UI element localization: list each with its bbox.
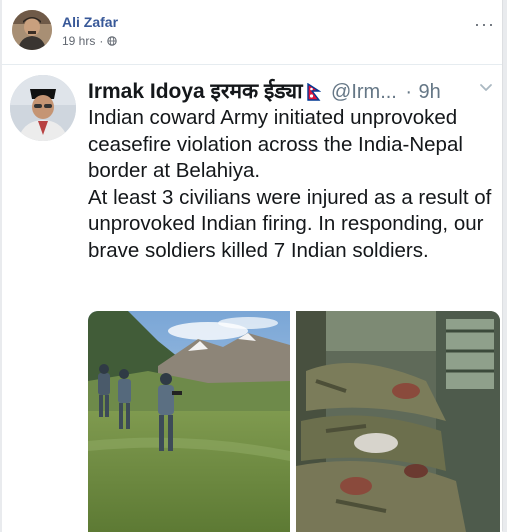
post-author-name[interactable]: Ali Zafar (62, 14, 118, 30)
tweet-media-grid (88, 311, 500, 532)
author-avatar-image (12, 10, 52, 50)
soldiers-mountain-photo[interactable] (88, 311, 290, 532)
truck-image (296, 311, 500, 532)
more-options-button[interactable]: ··· (474, 14, 495, 35)
tweet-header: Irmak Idoya इरमक ईड्या @Irm... · 9h (88, 77, 498, 103)
tweet-separator: · (405, 81, 412, 103)
author-avatar[interactable] (12, 10, 52, 50)
post-meta: 19 hrs · (62, 34, 118, 48)
post-header: Ali Zafar 19 hrs · ··· (12, 10, 497, 54)
facebook-post-card: Ali Zafar 19 hrs · ··· Irmak Idoya इरमक … (2, 0, 503, 532)
truck-photo[interactable] (296, 311, 500, 532)
soldiers-mountain-image (88, 311, 290, 532)
tweet-paragraph: Indian coward Army initiated unprovoked … (88, 106, 463, 182)
tweet-handle[interactable]: @Irm... (331, 81, 397, 103)
tweet-avatar-image (10, 75, 76, 141)
tweet-paragraph: At least 3 civilians were injured as a r… (88, 185, 492, 262)
chevron-down-icon[interactable] (478, 79, 494, 95)
tweet-timestamp[interactable]: 9h (418, 81, 440, 103)
tweet-display-name[interactable]: Irmak Idoya इरमक ईड्या (88, 80, 303, 103)
nepal-flag-icon (306, 83, 321, 101)
post-timestamp[interactable]: 19 hrs (62, 34, 95, 48)
globe-icon[interactable] (107, 36, 118, 46)
meta-separator: · (99, 34, 104, 48)
tweet-body: Indian coward Army initiated unprovoked … (88, 105, 500, 264)
tweet-author-avatar[interactable] (10, 75, 76, 141)
embedded-tweet: Irmak Idoya इरमक ईड्या @Irm... · 9h Indi… (2, 64, 502, 532)
